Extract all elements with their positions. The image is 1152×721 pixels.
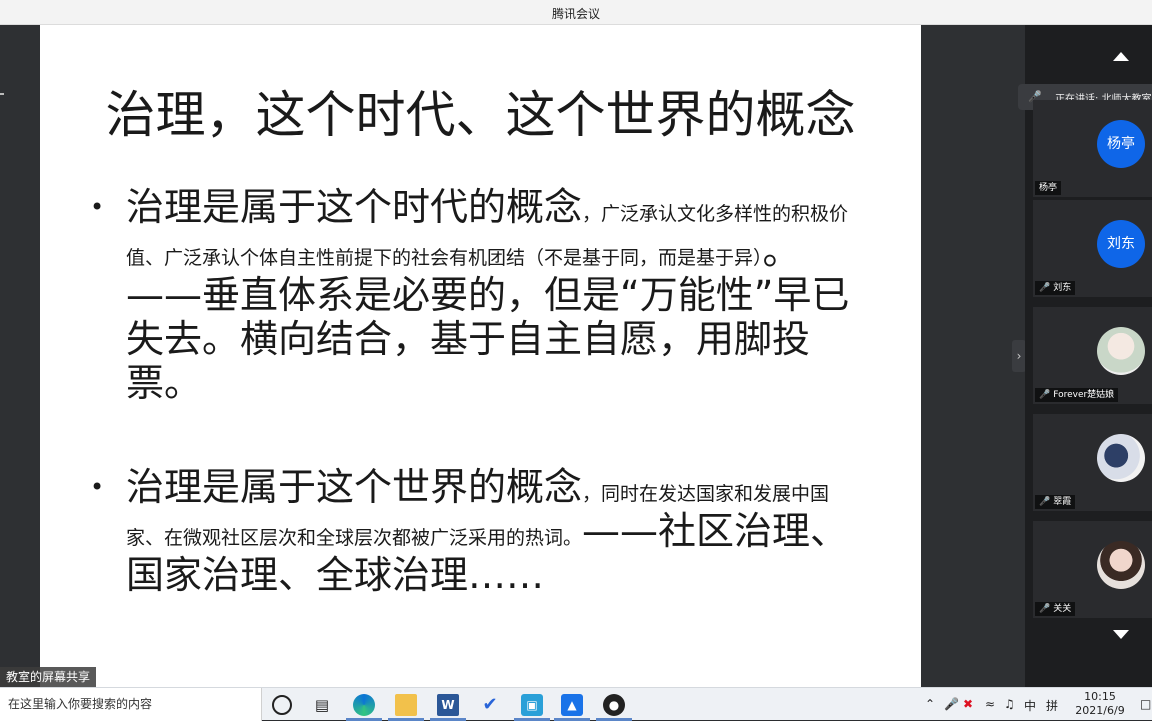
clock-date: 2021/6/9	[1075, 704, 1125, 717]
mic-muted-icon: 🎤	[1039, 497, 1051, 507]
avatar: 刘东	[1097, 220, 1145, 268]
bullet-text: 治理是属于这个时代的概念，广泛承认文化多样性的积极价值、广泛承认个体自主性前提下…	[126, 185, 860, 405]
show-hidden-icons-icon[interactable]: ⌃	[925, 697, 935, 711]
volume-icon[interactable]: ♫	[1004, 697, 1015, 711]
bullet-heading: 治理是属于这个时代的概念	[126, 185, 583, 229]
participant-name: 杨亭	[1035, 181, 1062, 195]
file-explorer-icon[interactable]	[395, 694, 417, 716]
avatar	[1097, 434, 1145, 482]
slide-title: 治理，这个时代、这个世界的概念	[105, 86, 856, 144]
tencent-meeting-icon[interactable]: ▲	[561, 694, 583, 716]
ime-mode-indicator[interactable]: 拼	[1046, 697, 1058, 714]
title-bar: 腾讯会议	[0, 0, 1152, 25]
taskbar-search-input[interactable]: 在这里输入你要搜索的内容	[0, 688, 262, 721]
bullet-emphasis: ——社区治理、国家治理、全球治理……	[126, 509, 849, 597]
bullet-text: 治理是属于这个世界的概念，同时在发达国家和发展中国家、在微观社区层次和全球层次都…	[126, 465, 860, 597]
presentation-slide: 治理，这个时代、这个世界的概念 • 治理是属于这个时代的概念，广泛承认文化多样性…	[40, 25, 921, 687]
screen-share-area: 治理，这个时代、这个世界的概念 • 治理是属于这个时代的概念，广泛承认文化多样性…	[0, 25, 1025, 687]
system-clock[interactable]: 10:15 2021/6/9	[1072, 690, 1128, 718]
participant-tile[interactable]: 🎤 Forever楚姑娘	[1033, 307, 1152, 404]
participant-tile[interactable]: 杨亭 杨亭	[1033, 100, 1152, 197]
participant-name: 🎤 刘东	[1035, 281, 1076, 295]
participant-name: 🎤 Forever楚姑娘	[1035, 388, 1119, 402]
sync-status-icon[interactable]: ✖	[963, 697, 973, 711]
mic-muted-icon: 🎤	[1039, 390, 1051, 400]
participant-name: 🎤 翠霞	[1035, 495, 1076, 509]
scroll-down-icon[interactable]	[1113, 630, 1129, 639]
participant-tile[interactable]: 🎤 关关	[1033, 521, 1152, 618]
panel-collapse-button[interactable]: ›	[1012, 340, 1026, 372]
network-icon[interactable]: ≈	[985, 697, 995, 711]
todo-app-icon[interactable]: ✔	[479, 694, 501, 716]
bullet-marker: •	[90, 193, 105, 221]
microphone-tray-icon[interactable]: 🎤	[944, 697, 959, 711]
ime-language-indicator[interactable]: 中	[1024, 697, 1036, 714]
left-edge-marker	[0, 93, 4, 95]
mic-muted-icon: 🎤	[1039, 283, 1051, 293]
taskbar: 在这里输入你要搜索的内容 ▤ W ✔ ▣ ▲ ● ⌃ 🎤 ✖ ≈ ♫ 中 拼 1…	[0, 687, 1152, 721]
bullet-marker: •	[90, 473, 105, 501]
obs-app-icon[interactable]: ●	[603, 694, 625, 716]
window-title: 腾讯会议	[551, 7, 600, 21]
avatar	[1097, 541, 1145, 589]
participant-tile[interactable]: 刘东 🎤 刘东	[1033, 200, 1152, 297]
screen-share-label: 教室的屏幕共享	[0, 667, 97, 687]
whiteboard-app-icon[interactable]: ▣	[521, 694, 543, 716]
edge-browser-icon[interactable]	[353, 694, 375, 716]
word-app-icon[interactable]: W	[437, 694, 459, 716]
cortana-icon[interactable]	[272, 695, 292, 715]
participant-tile[interactable]: 🎤 翠霞	[1033, 414, 1152, 511]
participant-name: 🎤 关关	[1035, 602, 1076, 616]
task-view-icon[interactable]: ▤	[311, 694, 333, 716]
scroll-up-icon[interactable]	[1113, 52, 1129, 61]
mic-muted-icon: 🎤	[1039, 604, 1051, 614]
notification-icon[interactable]: □	[1140, 697, 1151, 711]
bullet-heading: 治理是属于这个世界的概念	[126, 465, 583, 509]
clock-time: 10:15	[1084, 690, 1116, 703]
avatar	[1097, 327, 1145, 375]
avatar: 杨亭	[1097, 120, 1145, 168]
